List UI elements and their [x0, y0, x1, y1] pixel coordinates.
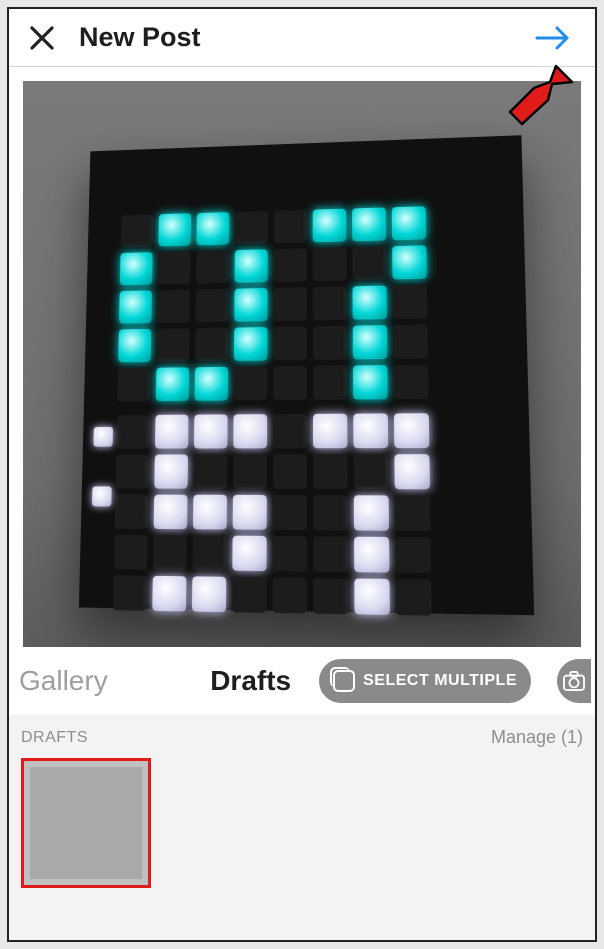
close-icon [28, 24, 56, 52]
camera-icon [563, 671, 585, 691]
drafts-section: DRAFTS Manage (1) [9, 715, 595, 940]
tab-drafts[interactable]: Drafts [210, 665, 291, 697]
photo-preview[interactable] [9, 67, 595, 647]
source-tabs: Gallery Drafts SELECT MULTIPLE [9, 647, 595, 715]
app-frame: New Post [7, 7, 597, 942]
close-button[interactable] [23, 19, 61, 57]
drafts-title: DRAFTS [21, 729, 88, 747]
tab-gallery[interactable]: Gallery [19, 665, 108, 697]
next-button[interactable] [529, 18, 577, 58]
manage-drafts-button[interactable]: Manage (1) [491, 727, 583, 748]
draft-thumbnail[interactable] [21, 758, 151, 888]
header-bar: New Post [9, 9, 595, 67]
camera-button[interactable] [557, 659, 591, 703]
arrow-right-icon [533, 23, 573, 53]
select-multiple-label: SELECT MULTIPLE [363, 672, 517, 690]
page-title: New Post [79, 22, 201, 53]
clock-device [79, 135, 534, 615]
select-multiple-button[interactable]: SELECT MULTIPLE [319, 659, 531, 703]
stack-icon [333, 670, 355, 692]
